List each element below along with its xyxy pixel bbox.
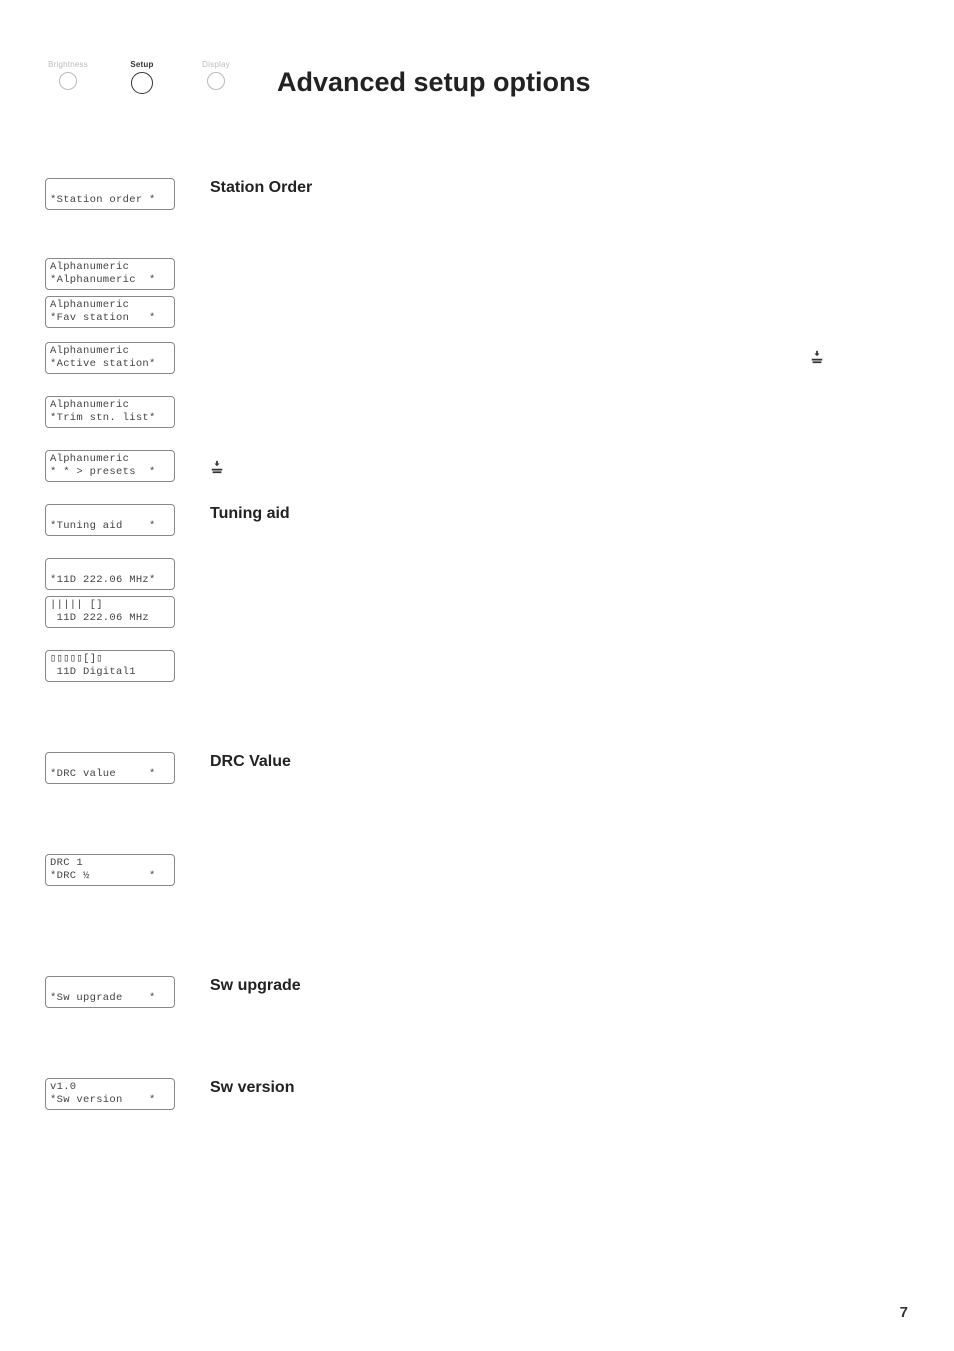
lcd-line: *Station order * xyxy=(50,194,170,207)
lcd-line xyxy=(50,755,170,768)
lcd-line: Alphanumeric xyxy=(50,299,170,312)
lcd-line: *Trim stn. list* xyxy=(50,412,170,425)
usb-icon xyxy=(210,461,224,477)
step-circle-icon xyxy=(59,72,77,90)
lcd-line: *Fav station * xyxy=(50,312,170,325)
lcd-line: Alphanumeric xyxy=(50,399,170,412)
lcd-sw-upgrade: *Sw upgrade * xyxy=(45,976,175,1008)
lcd-line: Alphanumeric xyxy=(50,261,170,274)
lcd-sw-version: v1.0 *Sw version * xyxy=(45,1078,175,1110)
lcd-tune-freq1: *11D 222.06 MHz* xyxy=(45,558,175,590)
lcd-station-order: *Station order * xyxy=(45,178,175,210)
lcd-line xyxy=(50,979,170,992)
lcd-line: * * > presets * xyxy=(50,466,170,479)
lcd-station-alpha3: Alphanumeric *Active station* xyxy=(45,342,175,374)
lcd-tuning-aid: *Tuning aid * xyxy=(45,504,175,536)
lcd-station-alpha2: Alphanumeric *Fav station * xyxy=(45,296,175,328)
usb-icon xyxy=(810,350,824,367)
lcd-line: 11D 222.06 MHz xyxy=(50,612,170,625)
section-title-station-order: Station Order xyxy=(210,178,312,197)
lcd-drc-value: *DRC value * xyxy=(45,752,175,784)
section-title-sw-upgrade: Sw upgrade xyxy=(210,976,301,995)
lcd-line: Alphanumeric xyxy=(50,345,170,358)
lcd-tune-digital: ▯▯▯▯▯[]▯ 11D Digital1 xyxy=(45,650,175,682)
section-title-tuning-aid: Tuning aid xyxy=(210,504,290,523)
lcd-line: *Active station* xyxy=(50,358,170,371)
page-number: 7 xyxy=(900,1304,908,1321)
lcd-station-alpha4: Alphanumeric *Trim stn. list* xyxy=(45,396,175,428)
step-brightness: Brightness xyxy=(45,60,91,90)
lcd-line: *Alphanumeric * xyxy=(50,274,170,287)
lcd-line: ▯▯▯▯▯[]▯ xyxy=(50,653,170,666)
step-circle-icon xyxy=(207,72,225,90)
step-setup: Setup xyxy=(119,60,165,94)
lcd-line: Alphanumeric xyxy=(50,453,170,466)
step-row: Brightness Setup Display Advanced setup … xyxy=(45,60,909,98)
lcd-line: *DRC ½ * xyxy=(50,870,170,883)
step-display: Display xyxy=(193,60,239,90)
page-title: Advanced setup options xyxy=(277,68,591,98)
lcd-line xyxy=(50,181,170,194)
lcd-line: *Sw upgrade * xyxy=(50,992,170,1005)
lcd-line: DRC 1 xyxy=(50,857,170,870)
step-circle-icon xyxy=(131,72,153,94)
lcd-line: *11D 222.06 MHz* xyxy=(50,574,170,587)
lcd-line: v1.0 xyxy=(50,1081,170,1094)
lcd-line: *Sw version * xyxy=(50,1094,170,1107)
lcd-line xyxy=(50,561,170,574)
lcd-station-alpha1: Alphanumeric *Alphanumeric * xyxy=(45,258,175,290)
step-label: Display xyxy=(202,60,230,69)
step-label: Brightness xyxy=(48,60,88,69)
lcd-line: *Tuning aid * xyxy=(50,520,170,533)
lcd-line: *DRC value * xyxy=(50,768,170,781)
lcd-drc-1: DRC 1 *DRC ½ * xyxy=(45,854,175,886)
lcd-tune-freq2: ||||| [] 11D 222.06 MHz xyxy=(45,596,175,628)
lcd-line: ||||| [] xyxy=(50,599,170,612)
lcd-station-alpha5: Alphanumeric * * > presets * xyxy=(45,450,175,482)
lcd-line xyxy=(50,507,170,520)
section-title-drc-value: DRC Value xyxy=(210,752,291,771)
step-label: Setup xyxy=(130,60,153,69)
lcd-line: 11D Digital1 xyxy=(50,666,170,679)
section-title-sw-version: Sw version xyxy=(210,1078,294,1097)
